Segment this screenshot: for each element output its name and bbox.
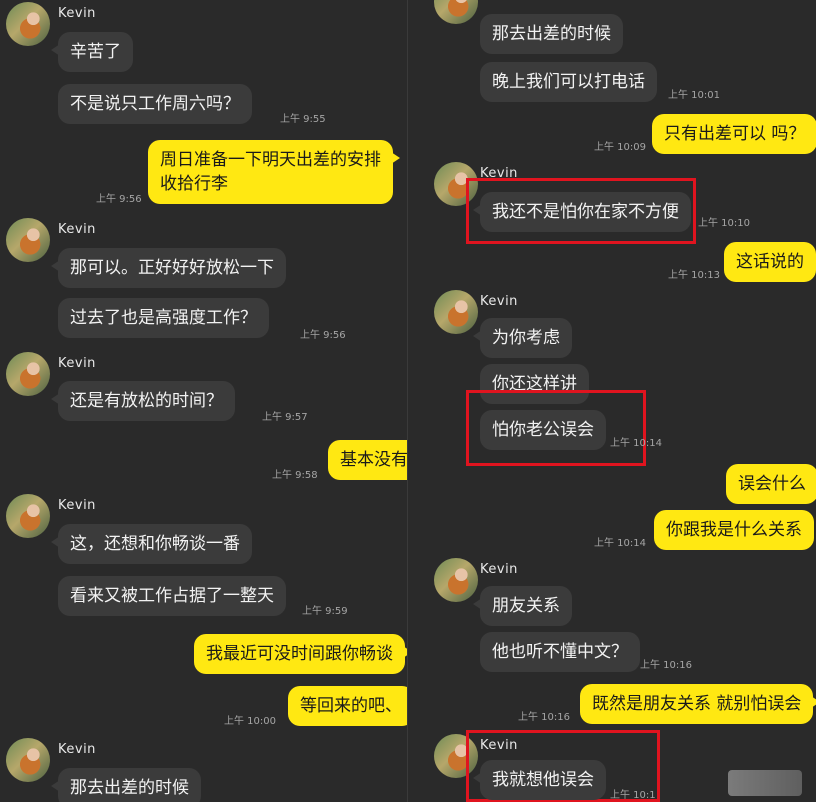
avatar[interactable] <box>434 558 478 602</box>
message-bubble[interactable]: 我还不是怕你在家不方便 <box>473 192 691 232</box>
message-bubble[interactable]: 我就想他误会 <box>473 760 606 800</box>
sender-name: Kevin <box>480 738 518 753</box>
timestamp: 上午 10:1 <box>610 790 656 801</box>
message-bubble[interactable]: 基本没有 <box>328 440 408 480</box>
message-bubble[interactable]: 不是说只工作周六吗？ <box>58 84 252 124</box>
message-bubble[interactable]: 那去出差的时候 <box>51 768 201 802</box>
avatar[interactable] <box>6 738 50 782</box>
message-bubble[interactable]: 辛苦了 <box>51 32 133 72</box>
message-bubble[interactable]: 等回来的吧、 <box>288 686 408 726</box>
message-bubble[interactable]: 既然是朋友关系 就别怕误会 <box>580 684 816 724</box>
message-bubble[interactable]: 看来又被工作占据了一整天 <box>58 576 286 616</box>
avatar[interactable] <box>6 2 50 46</box>
message-bubble[interactable]: 为你考虑 <box>473 318 572 358</box>
timestamp: 上午 9:59 <box>302 606 348 617</box>
timestamp: 上午 10:14 <box>594 538 646 549</box>
message-bubble[interactable]: 这，还想和你畅谈一番 <box>51 524 252 564</box>
timestamp: 上午 10:10 <box>698 218 750 229</box>
avatar[interactable] <box>434 0 478 24</box>
message-bubble[interactable]: 他也听不懂中文？ <box>480 632 640 672</box>
sender-name: Kevin <box>480 294 518 309</box>
timestamp: 上午 10:16 <box>518 712 570 723</box>
sender-name: Kevin <box>58 742 96 757</box>
message-bubble[interactable]: 我最近可没时间跟你畅谈 <box>194 634 408 674</box>
timestamp: 上午 9:55 <box>280 114 326 125</box>
message-bubble[interactable]: 过去了也是高强度工作？ <box>58 298 269 338</box>
message-bubble[interactable]: 那去出差的时候 <box>480 14 623 54</box>
timestamp: 上午 10:13 <box>668 270 720 281</box>
timestamp: 上午 9:56 <box>300 330 346 341</box>
message-bubble[interactable]: 朋友关系 <box>473 586 572 626</box>
timestamp: 上午 10:16 <box>640 660 692 671</box>
message-bubble[interactable]: 只有出差可以 吗？ <box>652 114 816 154</box>
message-bubble[interactable]: 怕你老公误会 <box>480 410 606 450</box>
message-bubble[interactable]: 那可以。正好好好放松一下 <box>51 248 286 288</box>
avatar[interactable] <box>6 494 50 538</box>
timestamp: 上午 9:57 <box>262 412 308 423</box>
message-bubble[interactable]: 还是有放松的时间？ <box>51 381 235 421</box>
chat-panel-right: 那去出差的时候 晚上我们可以打电话 上午 10:01 上午 10:09 只有出差… <box>408 0 816 802</box>
chat-panel-left: Kevin 辛苦了 不是说只工作周六吗？ 上午 9:55 上午 9:56 周日准… <box>0 0 408 802</box>
avatar[interactable] <box>6 352 50 396</box>
avatar[interactable] <box>434 290 478 334</box>
timestamp: 上午 10:01 <box>668 90 720 101</box>
sender-name: Kevin <box>58 498 96 513</box>
sender-name: Kevin <box>58 6 96 21</box>
timestamp: 上午 9:58 <box>272 470 318 481</box>
sender-name: Kevin <box>58 356 96 371</box>
watermark <box>728 770 802 796</box>
message-bubble[interactable]: 这话说的 <box>724 242 816 282</box>
timestamp: 上午 10:14 <box>610 438 662 449</box>
timestamp: 上午 9:56 <box>96 194 142 205</box>
message-bubble[interactable]: 周日准备一下明天出差的安排 收拾行李 <box>148 140 400 204</box>
timestamp: 上午 10:09 <box>594 142 646 153</box>
sender-name: Kevin <box>58 222 96 237</box>
message-bubble[interactable]: 误会什么 <box>726 464 816 504</box>
sender-name: Kevin <box>480 562 518 577</box>
avatar[interactable] <box>6 218 50 262</box>
message-bubble[interactable]: 晚上我们可以打电话 <box>480 62 657 102</box>
message-bubble[interactable]: 你跟我是什么关系 <box>654 510 814 550</box>
timestamp: 上午 10:00 <box>224 716 276 727</box>
